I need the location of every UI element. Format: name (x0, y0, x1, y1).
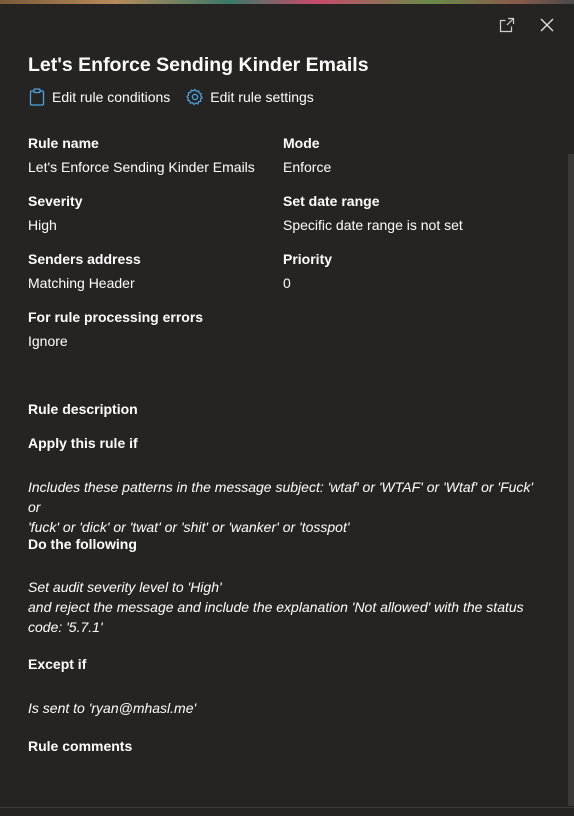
apply-rule-text: Includes these patterns in the message s… (28, 477, 548, 537)
mode-label: Mode (283, 135, 320, 151)
edit-rule-conditions-button[interactable]: Edit rule conditions (28, 88, 170, 106)
rule-name-value: Let's Enforce Sending Kinder Emails (28, 159, 255, 175)
apply-rule-heading: Apply this rule if (28, 435, 138, 451)
senders-address-value: Matching Header (28, 275, 135, 291)
scrollbar[interactable] (568, 154, 574, 806)
close-icon (540, 18, 554, 37)
rule-comments-heading: Rule comments (28, 738, 133, 754)
popout-icon (499, 17, 515, 38)
apply-rule-text-line: Includes these patterns in the message s… (28, 479, 534, 515)
severity-field: Severity High (28, 192, 82, 234)
severity-value: High (28, 217, 57, 233)
close-button[interactable] (536, 16, 558, 38)
edit-rule-conditions-label: Edit rule conditions (52, 89, 171, 105)
do-following-heading: Do the following (28, 536, 137, 552)
except-if-text: Is sent to 'ryan@mhasl.me' (28, 700, 197, 716)
processing-errors-field: For rule processing errors Ignore (28, 308, 203, 350)
mode-field: Mode Enforce (283, 134, 331, 176)
mode-value: Enforce (283, 159, 332, 175)
do-following-text-line: code: '5.7.1' (28, 619, 103, 635)
gear-icon (186, 88, 204, 106)
edit-rule-settings-button[interactable]: Edit rule settings (186, 88, 314, 106)
priority-value: 0 (283, 275, 291, 291)
page-title: Let's Enforce Sending Kinder Emails (28, 54, 369, 76)
panel-divider (0, 807, 574, 808)
command-bar: Edit rule conditions Edit rule settings (28, 88, 330, 106)
severity-label: Severity (28, 193, 83, 209)
do-following-text-line: and reject the message and include the e… (28, 599, 524, 615)
clipboard-icon (28, 88, 46, 106)
priority-label: Priority (283, 251, 333, 267)
senders-address-field: Senders address Matching Header (28, 250, 141, 292)
rule-description-heading: Rule description (28, 401, 138, 417)
senders-address-label: Senders address (28, 251, 141, 267)
processing-errors-label: For rule processing errors (28, 309, 204, 325)
rule-name-field: Rule name Let's Enforce Sending Kinder E… (28, 134, 255, 176)
priority-field: Priority 0 (283, 250, 332, 292)
except-if-heading: Except if (28, 656, 87, 672)
date-range-label: Set date range (283, 193, 380, 209)
do-following-text-line: Set audit severity level to 'High' (28, 579, 222, 595)
do-following-text: Set audit severity level to 'High' and r… (28, 577, 548, 637)
popout-button[interactable] (496, 16, 518, 38)
edit-rule-settings-label: Edit rule settings (210, 89, 314, 105)
apply-rule-text-line: 'fuck' or 'dick' or 'twat' or 'shit' or … (28, 519, 350, 535)
date-range-field: Set date range Specific date range is no… (283, 192, 463, 234)
rule-name-label: Rule name (28, 135, 99, 151)
date-range-value: Specific date range is not set (283, 217, 463, 233)
processing-errors-value: Ignore (28, 333, 68, 349)
